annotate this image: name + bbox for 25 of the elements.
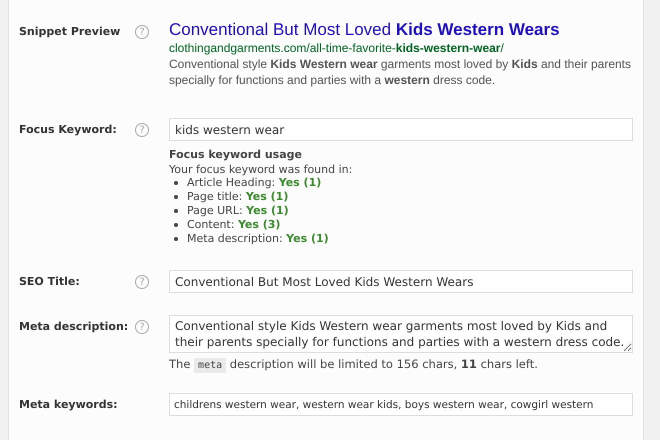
field-label: Meta keywords: (18, 398, 119, 411)
meta-keywords-field[interactable]: childrens western wear, western wear kids, boys western wear, cowgirl western (169, 393, 633, 416)
snippet-description: Conventional style Kids Western wear garments most loved by Kids and their parents specially for functions and parties with a western dress code. (169, 56, 632, 88)
usage-item: Page title: Yes (1) (187, 190, 288, 204)
usage-heading: Focus keyword usage (169, 148, 302, 161)
usage-item: Meta description: Yes (1) (187, 232, 329, 246)
usage-intro: Your focus keyword was found in: (169, 163, 352, 176)
snippet-title[interactable]: Conventional But Most Loved Kids Western Wears (169, 20, 560, 40)
snippet-url: clothingandgarments.com/all-time-favorite-kids-western-wear/ (169, 40, 504, 56)
field-label: Meta description: (18, 320, 130, 333)
field-label: Snippet Preview (18, 25, 122, 38)
bullet-icon (174, 195, 178, 199)
character-limit-note: The meta description will be limited to 156 chars, 11 chars left. (169, 357, 538, 371)
focus-keyword-field[interactable]: kids western wear (169, 118, 633, 141)
usage-item: Page URL: Yes (1) (187, 204, 289, 218)
usage-item: Content: Yes (3) (187, 218, 280, 232)
seo-title-field[interactable]: Conventional But Most Loved Kids Western Wears (169, 270, 633, 293)
meta-description-field[interactable]: Conventional style Kids Western wear garments most loved by Kids and their parents specially for functions and parties with a western dress code. (169, 315, 633, 353)
usage-item: Article Heading: Yes (1) (187, 176, 322, 190)
field-label: Focus Keyword: (18, 123, 118, 136)
field-label: SEO Title: (18, 275, 81, 288)
bullet-icon (174, 209, 178, 213)
bullet-icon (174, 181, 178, 185)
bullet-icon (174, 237, 178, 241)
bullet-icon (174, 223, 178, 227)
